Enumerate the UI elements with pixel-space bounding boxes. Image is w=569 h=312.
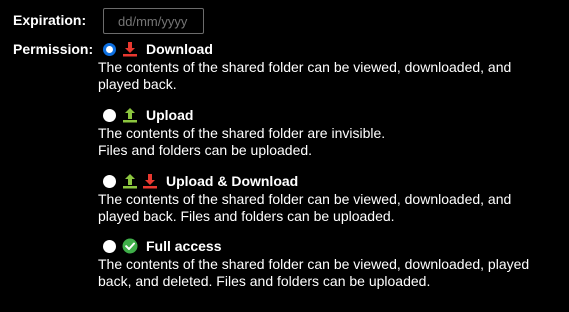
description-line: played back. — [98, 76, 177, 92]
radio-download[interactable] — [103, 42, 116, 56]
download-arrow-icon — [122, 41, 138, 57]
option-title: Download — [146, 41, 213, 57]
option-title: Full access — [146, 238, 222, 254]
option-description: The contents of the shared folder are in… — [98, 125, 558, 159]
option-title: Upload — [146, 107, 194, 123]
radio-upload[interactable] — [103, 108, 116, 122]
expiration-label: Expiration: — [13, 12, 87, 28]
upload-arrow-icon — [122, 173, 138, 189]
upload-arrow-icon — [122, 107, 138, 123]
radio-upload-download[interactable] — [103, 174, 116, 188]
checkmark-circle-icon — [122, 238, 138, 254]
description-line: back, and deleted. Files and folders can… — [98, 273, 431, 289]
option-description: The contents of the shared folder can be… — [98, 59, 558, 93]
description-line: The contents of the shared folder can be… — [98, 256, 530, 272]
permission-option-upload-download[interactable]: Upload & Download The contents of the sh… — [98, 172, 558, 225]
permission-label: Permission: — [13, 41, 94, 57]
permission-option-download[interactable]: Download The contents of the shared fold… — [98, 40, 558, 93]
description-line: The contents of the shared folder are in… — [98, 125, 386, 141]
radio-full-access[interactable] — [103, 239, 116, 253]
permission-option-upload[interactable]: Upload The contents of the shared folder… — [98, 106, 558, 159]
description-line: played back. Files and folders can be up… — [98, 208, 395, 224]
option-title: Upload & Download — [166, 173, 299, 189]
description-line: The contents of the shared folder can be… — [98, 59, 512, 75]
expiration-date-input[interactable] — [103, 8, 204, 34]
permission-option-full-access[interactable]: Full access The contents of the shared f… — [98, 237, 558, 290]
download-arrow-icon — [142, 173, 158, 189]
option-description: The contents of the shared folder can be… — [98, 256, 558, 290]
description-line: The contents of the shared folder can be… — [98, 191, 512, 207]
description-line: Files and folders can be uploaded. — [98, 142, 313, 158]
option-description: The contents of the shared folder can be… — [98, 191, 558, 225]
